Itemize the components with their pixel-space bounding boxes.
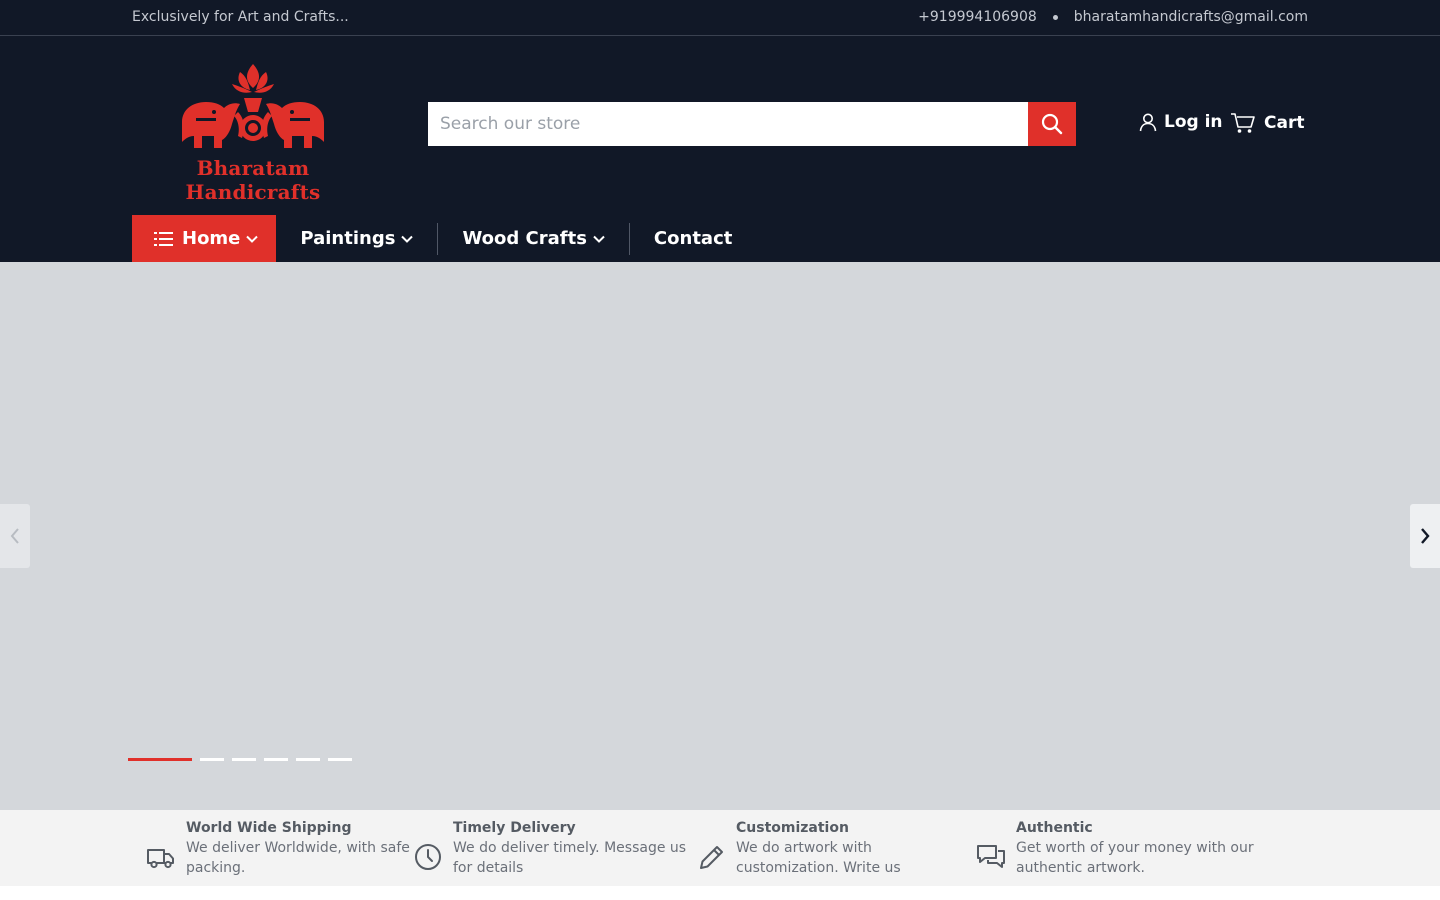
- cart-icon: [1231, 113, 1255, 133]
- nav-item-wood-crafts[interactable]: Wood Crafts: [438, 215, 628, 262]
- slider-dot[interactable]: [296, 758, 320, 761]
- feature-desc: customization. Write us: [736, 860, 901, 876]
- feature-authentic: Authentic Get worth of your money with o…: [976, 818, 1254, 878]
- slider-dot[interactable]: [328, 758, 352, 761]
- clock-icon: [415, 844, 441, 870]
- feature-desc: We deliver Worldwide, with safe: [186, 840, 410, 856]
- search-button[interactable]: [1028, 102, 1076, 146]
- truck-icon: [147, 849, 174, 869]
- site-header: Bharatam Handicrafts Log in Cart: [0, 36, 1440, 262]
- chevron-right-icon: [1421, 528, 1430, 544]
- logo-wordmark: Bharatam Handicrafts: [185, 156, 321, 204]
- nav-label: Paintings: [300, 228, 396, 249]
- slider-dot[interactable]: [232, 758, 256, 761]
- chat-icon: [977, 845, 1005, 868]
- chevron-down-icon: [593, 235, 605, 243]
- announcement-bar: Exclusively for Art and Crafts... +91999…: [0, 0, 1440, 36]
- slider-dot[interactable]: [200, 758, 224, 761]
- hero-slider[interactable]: [0, 262, 1440, 810]
- email-link[interactable]: bharatamhandicrafts@gmail.com: [1074, 9, 1308, 25]
- chevron-left-icon: [10, 528, 19, 544]
- nav-item-paintings[interactable]: Paintings: [276, 215, 437, 262]
- tagline: Exclusively for Art and Crafts...: [132, 9, 349, 25]
- cart-link[interactable]: Cart: [1230, 112, 1304, 134]
- feature-customization: Customization We do artwork with customi…: [696, 818, 901, 878]
- search-form: [428, 102, 1076, 146]
- nav-label: Contact: [653, 228, 733, 249]
- contact-info: +919994106908 bharatamhandicrafts@gmail.…: [918, 9, 1308, 25]
- feature-desc: for details: [453, 860, 524, 876]
- feature-desc: We do deliver timely. Message us: [453, 840, 687, 856]
- search-icon: [1041, 113, 1063, 135]
- features-strip: World Wide Shipping We deliver Worldwide…: [0, 810, 1440, 886]
- phone-link[interactable]: +919994106908: [918, 9, 1037, 25]
- chevron-down-icon: [401, 235, 414, 243]
- login-label: Log in: [1164, 112, 1223, 132]
- login-link[interactable]: Log in: [1138, 112, 1223, 132]
- feature-title: Authentic: [1016, 820, 1093, 836]
- feature-title: World Wide Shipping: [186, 820, 352, 836]
- cart-label: Cart: [1264, 113, 1305, 133]
- feature-desc: We do artwork with: [736, 840, 872, 856]
- slider-next-button[interactable]: [1410, 504, 1440, 568]
- nav-label: Wood Crafts: [462, 228, 587, 249]
- slider-dot[interactable]: [128, 758, 192, 761]
- separator-dot: [1052, 14, 1058, 20]
- slider-pagination: [128, 758, 360, 761]
- feature-title: Customization: [736, 820, 849, 836]
- slider-prev-button[interactable]: [0, 504, 30, 568]
- search-input[interactable]: [428, 102, 1028, 146]
- feature-desc: packing.: [186, 860, 246, 876]
- feature-shipping: World Wide Shipping We deliver Worldwide…: [146, 818, 410, 878]
- feature-title: Timely Delivery: [453, 820, 576, 836]
- user-icon: [1139, 113, 1157, 132]
- list-icon: [154, 231, 173, 246]
- pencil-icon: [700, 846, 723, 869]
- nav-item-home[interactable]: Home: [132, 215, 277, 262]
- nav-item-contact[interactable]: Contact: [630, 215, 756, 262]
- slider-dot[interactable]: [264, 758, 288, 761]
- nav-label: Home: [182, 228, 241, 249]
- elephant-lotus-emblem: [182, 64, 324, 148]
- main-navigation: Home Paintings Wood Crafts Contact: [132, 215, 756, 262]
- feature-desc: Get worth of your money with our: [1016, 840, 1254, 856]
- store-logo[interactable]: Bharatam Handicrafts: [136, 60, 370, 204]
- feature-delivery: Timely Delivery We do deliver timely. Me…: [413, 818, 686, 878]
- feature-desc: authentic artwork.: [1016, 860, 1145, 876]
- chevron-down-icon: [246, 235, 259, 243]
